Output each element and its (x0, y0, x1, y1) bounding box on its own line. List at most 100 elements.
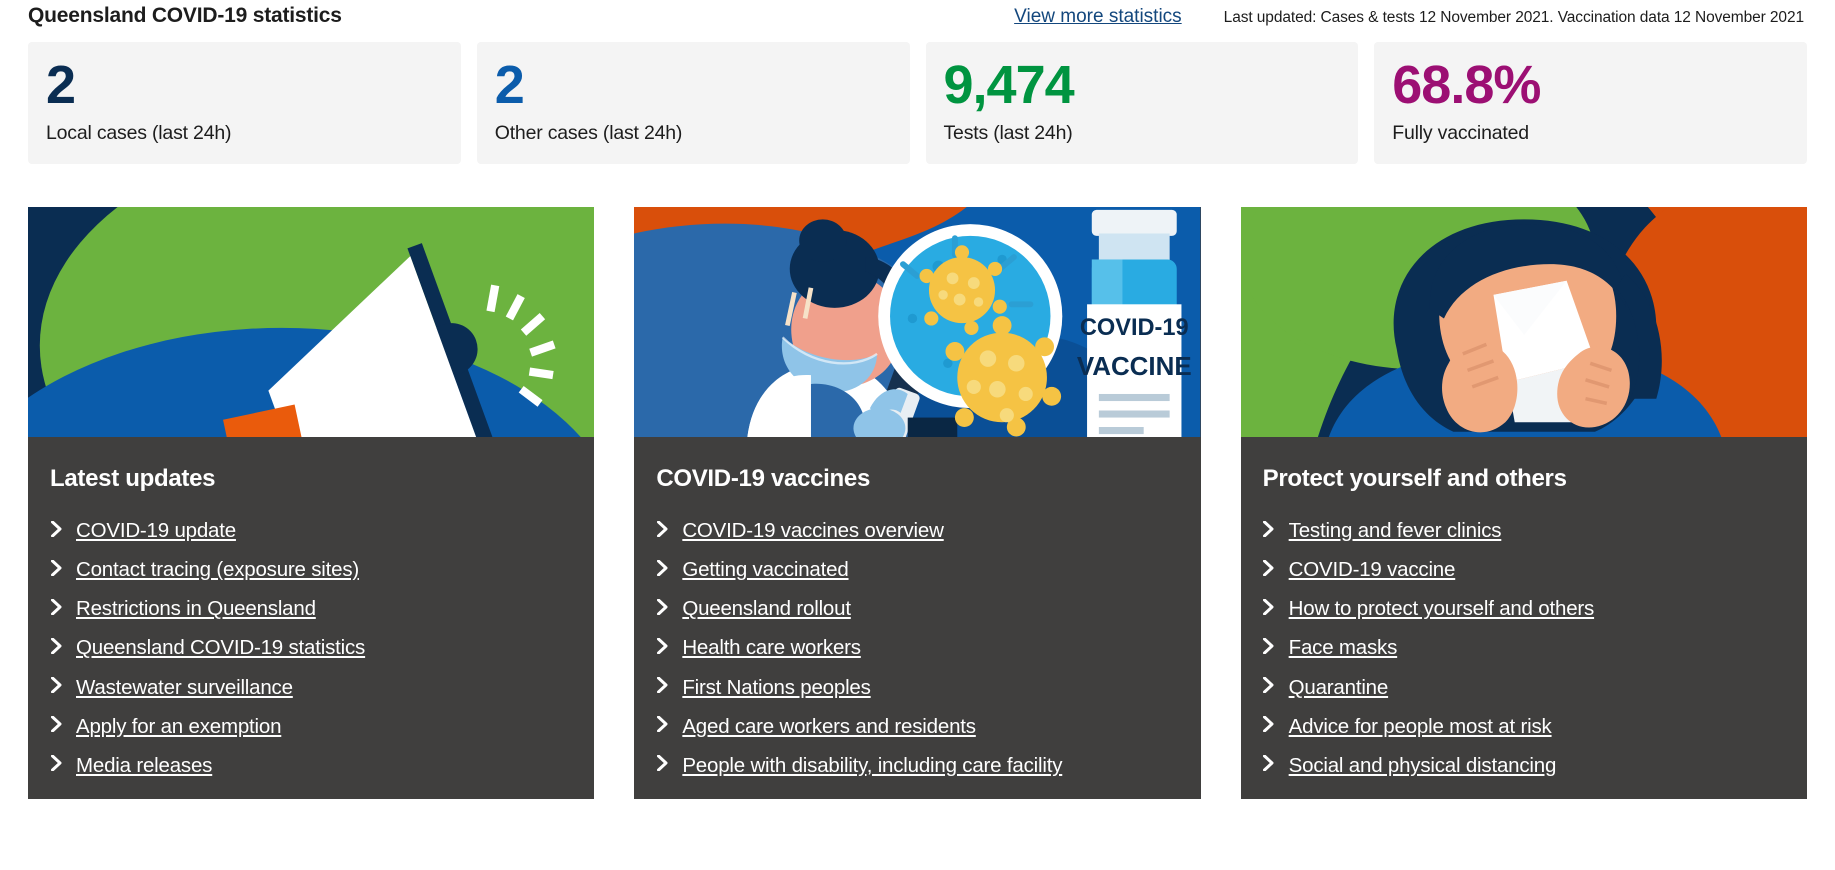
promo-link-label: Wastewater surveillance (76, 675, 293, 699)
chevron-right-icon (656, 518, 668, 539)
list-item[interactable]: Getting vaccinated (656, 554, 1178, 585)
list-item[interactable]: How to protect yourself and others (1263, 593, 1785, 624)
list-item[interactable]: Wastewater surveillance (50, 672, 572, 703)
promo-link-label: Testing and fever clinics (1288, 519, 1502, 542)
promo-link-list-protect-yourself: Testing and fever clinics COVID-19 vacci… (1263, 515, 1785, 781)
stat-card-fully-vaccinated: 68.8% Fully vaccinated (1374, 42, 1807, 164)
list-item[interactable]: Quarantine (1263, 672, 1785, 703)
promo-body-protect-yourself: Protect yourself and others Testing and … (1241, 437, 1807, 799)
chevron-right-icon (50, 753, 62, 774)
stat-label-other-cases: Other cases (last 24h) (494, 122, 683, 144)
list-item[interactable]: Health care workers (656, 632, 1178, 663)
promo-link-label: How to protect yourself and others (1288, 597, 1595, 621)
promo-card-row: Latest updates COVID-19 update Contact t… (28, 207, 1807, 800)
promo-link-label: First Nations peoples (682, 675, 871, 699)
promo-link-label: Restrictions in Queensland (76, 597, 316, 621)
chevron-right-icon (50, 518, 62, 539)
stat-label-fully-vaccinated: Fully vaccinated (1392, 122, 1529, 144)
promo-card-protect-yourself: Protect yourself and others Testing and … (1240, 207, 1807, 800)
promo-body-latest-updates: Latest updates COVID-19 update Contact t… (28, 437, 594, 799)
header-right-group: View more statistics Last updated: Cases… (1014, 6, 1807, 28)
promo-link-label: Face masks (1288, 636, 1398, 660)
last-updated-text: Last updated: Cases & tests 12 November … (1223, 9, 1804, 26)
promo-card-latest-updates: Latest updates COVID-19 update Contact t… (28, 207, 595, 800)
promo-body-covid-vaccines: COVID-19 vaccines COVID-19 vaccines over… (634, 437, 1200, 799)
stats-header: Queensland COVID-19 statistics View more… (28, 0, 1807, 36)
page-title: Queensland COVID-19 statistics (28, 4, 342, 27)
list-item[interactable]: Apply for an exemption (50, 711, 572, 742)
stat-value-fully-vaccinated: 68.8% (1392, 55, 1541, 115)
megaphone-illustration (28, 207, 595, 437)
promo-heading-latest-updates: Latest updates (50, 465, 216, 492)
chevron-right-icon (656, 596, 668, 617)
list-item[interactable]: Testing and fever clinics (1263, 515, 1785, 546)
chevron-right-icon (50, 596, 62, 617)
chevron-right-icon (1263, 557, 1275, 578)
chevron-right-icon (656, 675, 668, 696)
stat-value-tests: 9,474 (943, 55, 1075, 115)
stat-label-tests: Tests (last 24h) (943, 122, 1073, 144)
list-item[interactable]: Queensland rollout (656, 593, 1178, 624)
stat-card-other-cases: 2 Other cases (last 24h) (476, 42, 910, 164)
list-item[interactable]: Aged care workers and residents (656, 711, 1178, 742)
person-sneezing-tissue-illustration (1240, 207, 1807, 437)
promo-link-label: COVID-19 update (76, 519, 236, 542)
chevron-right-icon (50, 557, 62, 578)
chevron-right-icon (1263, 596, 1275, 617)
chevron-right-icon (656, 557, 668, 578)
chevron-right-icon (1263, 753, 1275, 774)
promo-link-list-covid-vaccines: COVID-19 vaccines overview Getting vacci… (656, 515, 1178, 781)
stat-label-local-cases: Local cases (last 24h) (46, 122, 232, 144)
promo-link-label: Social and physical distancing (1288, 753, 1557, 777)
list-item[interactable]: COVID-19 vaccine (1263, 554, 1785, 585)
covid-dashboard-page: Queensland COVID-19 statistics View more… (0, 0, 1835, 870)
promo-link-label: COVID-19 vaccine (1288, 558, 1456, 582)
chevron-right-icon (1263, 675, 1275, 696)
promo-link-label: COVID-19 vaccines overview (682, 519, 944, 542)
list-item[interactable]: First Nations peoples (656, 672, 1178, 703)
promo-link-label: Queensland rollout (682, 597, 851, 621)
promo-link-label: Aged care workers and residents (682, 714, 976, 738)
chevron-right-icon (1263, 518, 1275, 539)
promo-card-covid-vaccines: COVID-19 VACCINE COVID-19 vaccines COVID… (634, 207, 1201, 800)
promo-link-label: Advice for people most at risk (1288, 714, 1552, 738)
promo-link-label: Getting vaccinated (682, 558, 849, 582)
stat-card-local-cases: 2 Local cases (last 24h) (28, 42, 461, 164)
chevron-right-icon (1263, 714, 1275, 735)
promo-link-list-latest-updates: COVID-19 update Contact tracing (exposur… (50, 515, 572, 781)
promo-heading-protect-yourself: Protect yourself and others (1262, 465, 1567, 492)
promo-link-label: Contact tracing (exposure sites) (76, 558, 360, 582)
chevron-right-icon (656, 714, 668, 735)
list-item[interactable]: Advice for people most at risk (1263, 711, 1785, 742)
list-item[interactable]: Social and physical distancing (1263, 750, 1785, 781)
stat-value-local-cases: 2 (46, 55, 76, 115)
promo-heading-covid-vaccines: COVID-19 vaccines (656, 465, 871, 492)
promo-link-label: Quarantine (1288, 675, 1389, 699)
promo-link-label: Media releases (76, 753, 213, 777)
list-item[interactable]: Contact tracing (exposure sites) (50, 554, 572, 585)
list-item[interactable]: Queensland COVID-19 statistics (50, 632, 572, 663)
chevron-right-icon (50, 714, 62, 735)
list-item[interactable]: Face masks (1263, 632, 1785, 663)
svg-text:VACCINE: VACCINE (1077, 353, 1192, 381)
chevron-right-icon (1263, 635, 1275, 656)
chevron-right-icon (656, 753, 668, 774)
promo-link-label: Queensland COVID-19 statistics (76, 636, 366, 660)
scientist-microscope-vaccine-illustration: COVID-19 VACCINE (634, 207, 1201, 437)
chevron-right-icon (656, 635, 668, 656)
svg-text:COVID-19: COVID-19 (1080, 314, 1189, 340)
list-item[interactable]: Restrictions in Queensland (50, 593, 572, 624)
view-more-statistics-link[interactable]: View more statistics (1014, 6, 1182, 28)
stat-value-other-cases: 2 (494, 55, 525, 115)
stat-card-tests: 9,474 Tests (last 24h) (925, 42, 1359, 164)
statistics-card-row: 2 Local cases (last 24h) 2 Other cases (… (28, 42, 1807, 164)
list-item[interactable]: People with disability, including care f… (656, 750, 1178, 781)
list-item[interactable]: COVID-19 vaccines overview (656, 515, 1178, 546)
promo-link-label: Apply for an exemption (76, 714, 282, 738)
chevron-right-icon (50, 635, 62, 656)
list-item[interactable]: Media releases (50, 750, 572, 781)
list-item[interactable]: COVID-19 update (50, 515, 572, 546)
chevron-right-icon (50, 675, 62, 696)
promo-link-label: People with disability, including care f… (682, 753, 1063, 777)
promo-link-label: Health care workers (682, 636, 861, 660)
